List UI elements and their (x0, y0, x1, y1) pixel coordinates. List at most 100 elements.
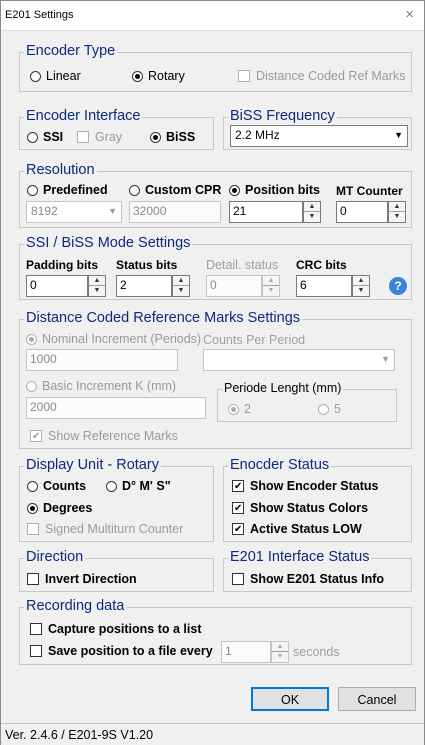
mt-counter-stepper[interactable]: ▲ ▼ (388, 201, 406, 223)
custom-cpr-input[interactable]: 32000 (129, 201, 221, 223)
biss-radio[interactable]: BiSS (150, 130, 195, 144)
counts-label: Counts (43, 479, 87, 493)
show-e201-status-checkbox[interactable]: Show E201 Status Info (232, 572, 384, 586)
mt-counter-label: MT Counter (336, 184, 403, 198)
predefined-label: Predefined (43, 183, 108, 197)
arrow-up-icon[interactable]: ▲ (304, 202, 320, 212)
version-text: Ver. 2.4.6 / E201-9S V1.20 (5, 728, 154, 742)
radio-dot (27, 184, 38, 196)
ssi-biss-mode-group: SSI / BiSS Mode Settings Padding bits St… (19, 235, 412, 300)
distance-coded-checkbox[interactable]: Distance Coded Ref Marks (238, 69, 405, 83)
basic-increment-input[interactable]: 2000 (26, 397, 206, 419)
nominal-increment-radio[interactable]: Nominal Increment (Periods) (26, 332, 201, 346)
basic-increment-label: Basic Increment K (mm) (42, 379, 177, 393)
e201-interface-status-group: E201 Interface Status Show E201 Status I… (223, 549, 412, 592)
periode-5-radio[interactable]: 5 (318, 402, 341, 416)
checkbox-box (232, 480, 244, 492)
nominal-increment-input[interactable]: 1000 (26, 349, 178, 371)
arrow-up-icon[interactable]: ▲ (89, 276, 105, 286)
periode-2-radio[interactable]: 2 (228, 402, 251, 416)
arrow-up-icon[interactable]: ▲ (173, 276, 189, 286)
dms-radio[interactable]: D° M' S" (106, 479, 171, 493)
distance-coded-group: Distance Coded Reference Marks Settings … (19, 310, 412, 449)
resolution-group: Resolution Predefined Custom CPR Positio… (19, 162, 412, 228)
arrow-down-icon[interactable]: ▼ (304, 212, 320, 222)
status-bar: Ver. 2.4.6 / E201-9S V1.20 (1, 723, 424, 745)
encoder-interface-label: Encoder Interface (24, 108, 143, 125)
degrees-label: Degrees (43, 501, 93, 515)
checkbox-box (232, 502, 244, 514)
detail-status-label: Detail. status (206, 258, 279, 272)
predefined-value: 8192 (31, 204, 58, 218)
position-bits-input[interactable]: 21 (229, 201, 303, 223)
signed-multiturn-checkbox[interactable]: Signed Multiturn Counter (27, 522, 183, 536)
linear-radio[interactable]: Linear (30, 69, 81, 83)
ok-button[interactable]: OK (251, 687, 329, 711)
checkbox-box (27, 573, 39, 585)
basic-increment-radio[interactable]: Basic Increment K (mm) (26, 379, 176, 393)
degrees-radio[interactable]: Degrees (27, 501, 92, 515)
nominal-increment-label: Nominal Increment (Periods) (42, 332, 202, 346)
arrow-up-icon[interactable]: ▲ (263, 276, 279, 286)
checkbox-box (30, 623, 42, 635)
ssi-radio[interactable]: SSI (27, 130, 63, 144)
arrow-down-icon[interactable]: ▼ (263, 286, 279, 296)
arrow-up-icon[interactable]: ▲ (389, 202, 405, 212)
active-status-low-label: Active Status LOW (250, 522, 362, 536)
gray-checkbox[interactable]: Gray (77, 130, 122, 144)
crc-bits-input[interactable]: 6 (296, 275, 352, 297)
capture-positions-checkbox[interactable]: Capture positions to a list (30, 622, 202, 636)
save-interval-stepper[interactable]: ▲ ▼ (271, 641, 289, 663)
radio-dot (228, 403, 239, 415)
detail-status-stepper[interactable]: ▲ ▼ (262, 275, 280, 297)
arrow-down-icon[interactable]: ▼ (272, 652, 288, 662)
show-encoder-status-label: Show Encoder Status (250, 479, 379, 493)
invert-direction-checkbox[interactable]: Invert Direction (27, 572, 137, 586)
biss-frequency-label: BiSS Frequency (228, 108, 337, 125)
crc-bits-stepper[interactable]: ▲ ▼ (352, 275, 370, 297)
show-status-colors-checkbox[interactable]: Show Status Colors (232, 501, 368, 515)
radio-dot (150, 131, 161, 143)
status-bits-input[interactable]: 2 (116, 275, 172, 297)
counts-radio[interactable]: Counts (27, 479, 86, 493)
rotary-radio[interactable]: Rotary (132, 69, 185, 83)
save-position-checkbox[interactable]: Save position to a file every (30, 644, 213, 658)
arrow-down-icon[interactable]: ▼ (389, 212, 405, 222)
encoder-type-label: Encoder Type (24, 43, 118, 60)
seconds-label: seconds (293, 645, 340, 659)
status-bits-stepper[interactable]: ▲ ▼ (172, 275, 190, 297)
save-interval-input[interactable]: 1 (221, 641, 271, 663)
show-encoder-status-checkbox[interactable]: Show Encoder Status (232, 479, 379, 493)
custom-cpr-radio[interactable]: Custom CPR (129, 183, 221, 197)
mt-counter-input[interactable]: 0 (336, 201, 388, 223)
close-icon[interactable]: × (405, 7, 414, 23)
detail-status-input[interactable]: 0 (206, 275, 262, 297)
settings-dialog: E201 Settings × Encoder Type Linear Rota… (0, 0, 425, 745)
periode-length-label: Periode Lenght (mm) (222, 380, 344, 397)
biss-frequency-select[interactable]: 2.2 MHz ▼ (230, 125, 408, 147)
padding-bits-label: Padding bits (26, 258, 98, 272)
help-icon[interactable]: ? (389, 277, 407, 295)
show-reference-marks-checkbox[interactable]: Show Reference Marks (30, 429, 178, 443)
position-bits-stepper[interactable]: ▲ ▼ (303, 201, 321, 223)
arrow-up-icon[interactable]: ▲ (272, 642, 288, 652)
arrow-down-icon[interactable]: ▼ (353, 286, 369, 296)
counts-per-period-label: Counts Per Period (203, 333, 306, 347)
radio-dot (132, 70, 143, 82)
encoder-interface-group: Encoder Interface SSI Gray BiSS (19, 108, 214, 150)
position-bits-radio[interactable]: Position bits (229, 183, 320, 197)
arrow-up-icon[interactable]: ▲ (353, 276, 369, 286)
active-status-low-checkbox[interactable]: Active Status LOW (232, 522, 362, 536)
predefined-select[interactable]: 8192 ▼ (26, 201, 122, 223)
counts-per-period-select[interactable]: ▼ (203, 349, 395, 371)
padding-bits-input[interactable]: 0 (26, 275, 88, 297)
padding-bits-stepper[interactable]: ▲ ▼ (88, 275, 106, 297)
cancel-button[interactable]: Cancel (338, 687, 416, 711)
recording-group: Recording data Capture positions to a li… (19, 598, 412, 665)
arrow-down-icon[interactable]: ▼ (89, 286, 105, 296)
radio-dot (27, 131, 38, 143)
predefined-radio[interactable]: Predefined (27, 183, 108, 197)
arrow-down-icon[interactable]: ▼ (173, 286, 189, 296)
resolution-label: Resolution (24, 162, 97, 179)
capture-positions-label: Capture positions to a list (48, 622, 202, 636)
